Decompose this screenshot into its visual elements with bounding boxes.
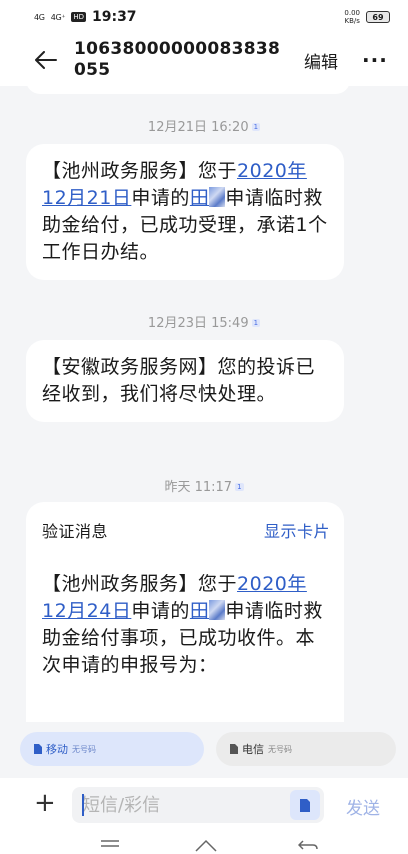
timestamp-text: 12月23日 15:49 (147, 316, 249, 331)
system-nav-bar (0, 832, 408, 854)
message-text: 【池州政务服务】您于 (42, 160, 238, 182)
sim2-number: 无号码 (268, 744, 292, 754)
timestamp-text: 昨天 11:17 (164, 480, 233, 495)
sim-card-icon (34, 744, 42, 754)
message-text: 申请的 (131, 600, 190, 622)
message-bubble[interactable]: 【池州政务服务】您于2020年12月21日申请的田 申请临时救助金给付，已成功受理… (26, 144, 344, 280)
sim-switch-button[interactable] (290, 790, 320, 820)
hd-badge: HD (71, 12, 86, 22)
redacted-mark (209, 600, 226, 620)
status-bar: 4G 4G⁺ HD 19:37 0.00 KB/s 69 (0, 0, 408, 34)
message-text: 申请的 (131, 187, 190, 209)
message-text: 【安徽政务服务网】您的投诉已经收到，我们将尽快处理。 (42, 356, 316, 405)
timestamp-text: 12月21日 16:20 (147, 120, 249, 135)
battery-icon: 69 (366, 11, 390, 23)
sim1-name: 移动 (46, 743, 68, 756)
message-timestamp: 12月23日 15:49 1 (0, 312, 408, 331)
message-timestamp: 昨天 11:17 1 (0, 476, 408, 495)
more-options-button[interactable]: ··· (362, 48, 388, 72)
sim-badge-icon: 1 (251, 319, 261, 327)
composer-bar: + 发送 (0, 778, 408, 832)
text-cursor (82, 794, 84, 816)
back-nav-icon[interactable] (298, 840, 318, 852)
card-title: 验证消息 (42, 522, 109, 541)
sim2-name: 电信 (242, 743, 264, 756)
verification-card[interactable]: 验证消息 显示卡片 【池州政务服务】您于2020年12月24日申请的田 申请临时救… (26, 502, 344, 722)
show-card-button[interactable]: 显示卡片 (264, 518, 330, 545)
message-bubble-partial (26, 86, 350, 94)
speed-value: 0.00 (344, 9, 360, 17)
message-text: 【池州政务服务】您于 (42, 573, 238, 595)
sim1-number: 无号码 (72, 744, 96, 754)
conversation-header: 10638000000083838055 编辑 ··· (0, 34, 408, 86)
back-button[interactable] (26, 40, 66, 80)
redacted-mark (209, 187, 226, 207)
signal-indicator-1: 4G (34, 12, 45, 22)
sim-selector: 移动 无号码 电信 无号码 (0, 722, 408, 778)
card-header: 验证消息 显示卡片 (42, 518, 330, 545)
sim2-button[interactable]: 电信 无号码 (216, 732, 396, 766)
sim-badge-icon: 1 (235, 483, 244, 491)
message-list[interactable]: 12月21日 16:20 1 【池州政务服务】您于2020年12月21日申请的田申… (0, 86, 408, 722)
send-button[interactable]: 发送 (346, 794, 380, 819)
conversation-title: 10638000000083838055 (74, 39, 281, 80)
message-input[interactable] (72, 787, 324, 823)
sim-badge-icon: 1 (251, 123, 261, 131)
name-link[interactable]: 田 (190, 187, 210, 209)
clock: 19:37 (91, 9, 137, 25)
battery-level: 69 (372, 12, 384, 22)
card-body: 【池州政务服务】您于2020年12月24日申请的田 申请临时救助金给付事项，已成功… (42, 571, 330, 679)
network-speed: 0.00 KB/s (344, 9, 360, 25)
edit-button[interactable]: 编辑 (304, 48, 338, 73)
message-bubble[interactable]: 【安徽政务服务网】您的投诉已经收到，我们将尽快处理。 (26, 340, 344, 422)
menu-icon[interactable] (100, 840, 120, 850)
sim-card-icon (230, 744, 238, 754)
speed-unit: KB/s (344, 17, 360, 25)
message-timestamp: 12月21日 16:20 1 (0, 116, 408, 135)
attach-plus-button[interactable]: + (34, 790, 56, 816)
sim-card-icon (300, 798, 310, 812)
status-right: 0.00 KB/s 69 (344, 9, 390, 25)
home-icon[interactable] (194, 838, 218, 852)
sim1-button[interactable]: 移动 无号码 (20, 732, 204, 766)
signal-indicator-2: 4G⁺ (50, 12, 66, 22)
arrow-left-icon (35, 51, 57, 69)
name-link[interactable]: 田 (190, 600, 210, 622)
